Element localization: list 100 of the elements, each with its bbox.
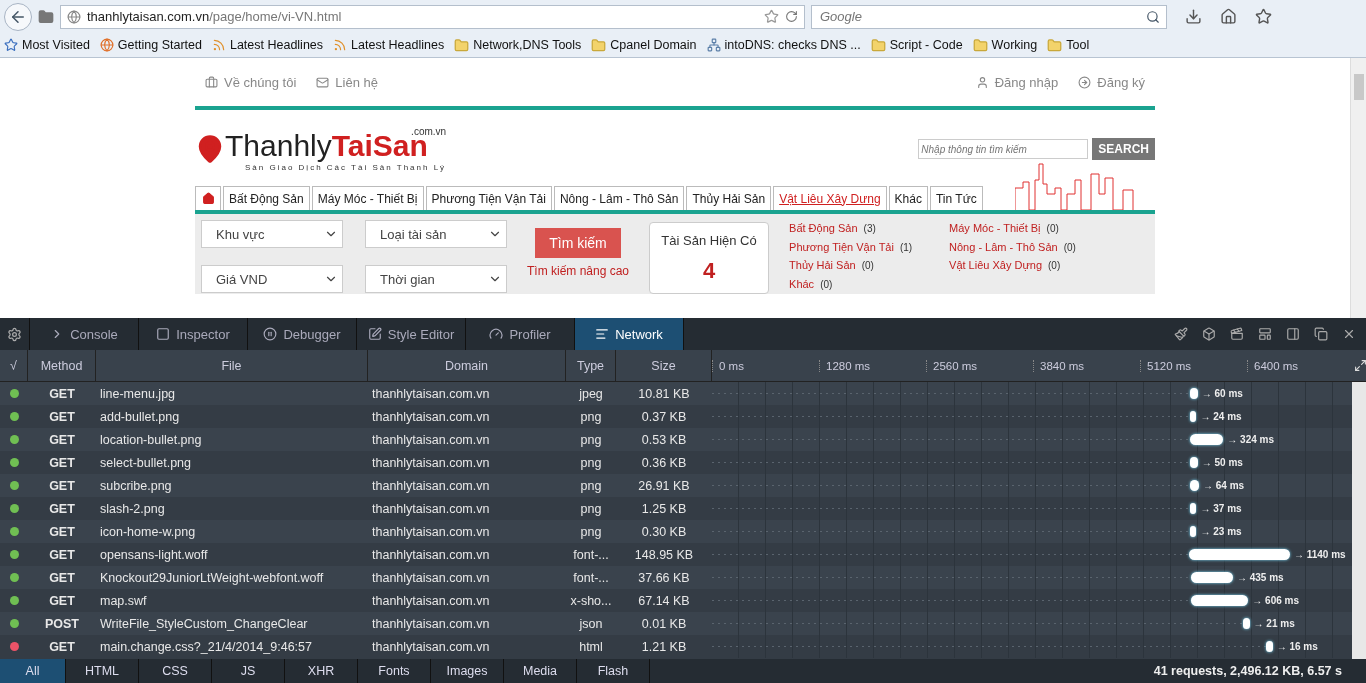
column-header[interactable]: Method [28,349,96,382]
category-link[interactable]: Bất Động Sản [789,222,858,234]
back-button[interactable] [4,2,32,31]
card-title: Tài Sản Hiện Có [661,233,757,248]
type-cell-text: png [579,432,603,447]
bookmark-link[interactable]: Getting Started [99,38,202,52]
devtools-tab[interactable]: Network [575,318,684,350]
filter-tab[interactable]: Images [431,659,504,683]
column-header[interactable]: File [96,349,368,382]
nav-tab[interactable]: Phương Tiện Vận Tải [425,186,552,210]
folder-icon [870,37,886,53]
method-cell-text: GET [48,547,76,562]
filter-tab[interactable]: Flash [577,659,650,683]
download-icon[interactable] [1185,8,1202,25]
search-bar[interactable]: Google [811,4,1167,29]
type-cell-text: png [579,455,603,470]
globe-icon [67,9,81,24]
filter-select[interactable]: Giá VND [201,265,343,293]
filter-select[interactable]: Thời gian [365,265,507,293]
column-header[interactable]: Size [616,349,712,382]
nav-tab[interactable]: Máy Móc - Thiết Bị [311,186,424,210]
timing-label: → 21 ms [1253,618,1295,629]
search-button[interactable]: Tìm kiếm [535,228,621,258]
star-icon[interactable] [1255,8,1272,25]
account-link[interactable]: Đăng ký [1078,74,1145,90]
clapperboard-icon[interactable] [1230,327,1244,341]
folder-icon [972,37,988,53]
rss-icon [211,38,226,52]
method-cell-text: GET [48,501,76,516]
size-cell-text: 1.21 KB [640,639,688,654]
filter-tab[interactable]: CSS [139,659,212,683]
window-icon[interactable] [1314,327,1328,341]
close-icon[interactable] [1342,327,1356,341]
filter-select[interactable]: Khu vực [201,220,343,248]
bookmark-link[interactable]: Latest Headlines [333,38,445,52]
method-cell-text: GET [48,478,76,493]
filter-tab[interactable]: HTML [66,659,139,683]
bookmark-link[interactable]: Network,DNS Tools [454,37,582,53]
filter-tab[interactable]: Fonts [358,659,431,683]
briefcase-icon [205,75,218,89]
category-link[interactable]: Thủy Hải Sản [789,259,856,271]
advanced-search-link[interactable]: Tìm kiếm nâng cao [527,264,630,278]
nav-tab[interactable]: Thủy Hải Sản [686,186,772,210]
home-tab[interactable] [195,186,221,210]
expand-icon[interactable] [1354,359,1366,372]
search-button[interactable]: SEARCH [1092,138,1155,160]
bookmark-link[interactable]: Cpanel Domain [591,37,697,53]
top-link[interactable]: Liên hệ [316,74,378,90]
timing-label: → 50 ms [1201,457,1243,468]
nav-tab[interactable]: Tin Tức [929,186,983,210]
method-cell-text: POST [43,616,80,631]
top-link[interactable]: Về chúng tôi [205,74,297,90]
nav-tab[interactable]: Nông - Lâm - Thô Sản [553,186,685,210]
file-cell-text: map.swf [99,593,148,608]
type-cell-text: jpeg [578,386,604,401]
paintbrush-icon[interactable] [1174,327,1188,341]
category-count: (1) [899,241,913,253]
bookmark-link[interactable]: Script - Code [870,37,963,53]
home-icon[interactable] [1220,8,1237,25]
type-cell-text: png [579,524,603,539]
category-link[interactable]: Nông - Lâm - Thô Sản [949,240,1058,253]
category-link[interactable]: Máy Móc - Thiết Bị [949,222,1041,234]
nav-tab[interactable]: Vật Liêu Xây Dưng [773,186,887,210]
cube-icon[interactable] [1202,327,1216,341]
filter-select[interactable]: Loại tài sản [365,220,507,248]
size-cell-text: 0.36 KB [640,455,688,470]
bookmark-link[interactable]: Latest Headlines [211,38,324,52]
category-link[interactable]: Khác [789,277,815,290]
file-cell-text: Knockout29JuniorLtWeight-webfont.woff [99,570,325,585]
bookmark-link[interactable]: Working [972,37,1038,53]
file-cell-text: line-menu.jpg [99,386,177,401]
category-link[interactable]: Phương Tiện Vận Tải [789,240,894,253]
reload-icon[interactable] [785,10,798,23]
frame-icon[interactable] [1258,327,1272,341]
category-link[interactable]: Vật Liêu Xây Dựng [949,259,1043,271]
column-header[interactable]: Domain [368,349,566,382]
filter-tab[interactable]: Media [504,659,577,683]
site-search-field[interactable]: Nhập thông tin tìm kiếm [918,139,1089,159]
type-cell-text: png [579,501,603,516]
filter-tab[interactable]: All [0,659,66,683]
account-link[interactable]: Đăng nhập [975,74,1059,90]
filter-tab[interactable]: XHR [285,659,358,683]
dock-icon[interactable] [1286,327,1300,341]
bookmark-link[interactable]: intoDNS: checks DNS ... [706,38,861,52]
bookmark-link[interactable]: Most Visited [4,38,90,52]
scrollbar[interactable] [1352,382,1366,659]
type-cell-text: font-... [572,547,610,562]
bookmark-link[interactable]: Tool [1047,37,1090,53]
column-header[interactable]: Type [566,349,616,382]
nav-tab[interactable]: Bất Động Sản [223,186,310,210]
type-cell-text: json [578,616,604,631]
filter-tab[interactable]: JS [212,659,285,683]
scrollbar-thumb[interactable] [1353,74,1364,100]
domain-cell-text: thanhlytaisan.com.vn [371,547,491,562]
address-bar[interactable]: thanhlytaisan.com.vn/page/home/vi-VN.html [60,4,805,29]
method-cell-text: GET [48,409,76,424]
bookmark-star-icon[interactable] [764,9,779,24]
search-icon[interactable] [1146,9,1160,24]
nav-tab[interactable]: Khác [888,186,928,210]
globe-icon [99,38,114,52]
